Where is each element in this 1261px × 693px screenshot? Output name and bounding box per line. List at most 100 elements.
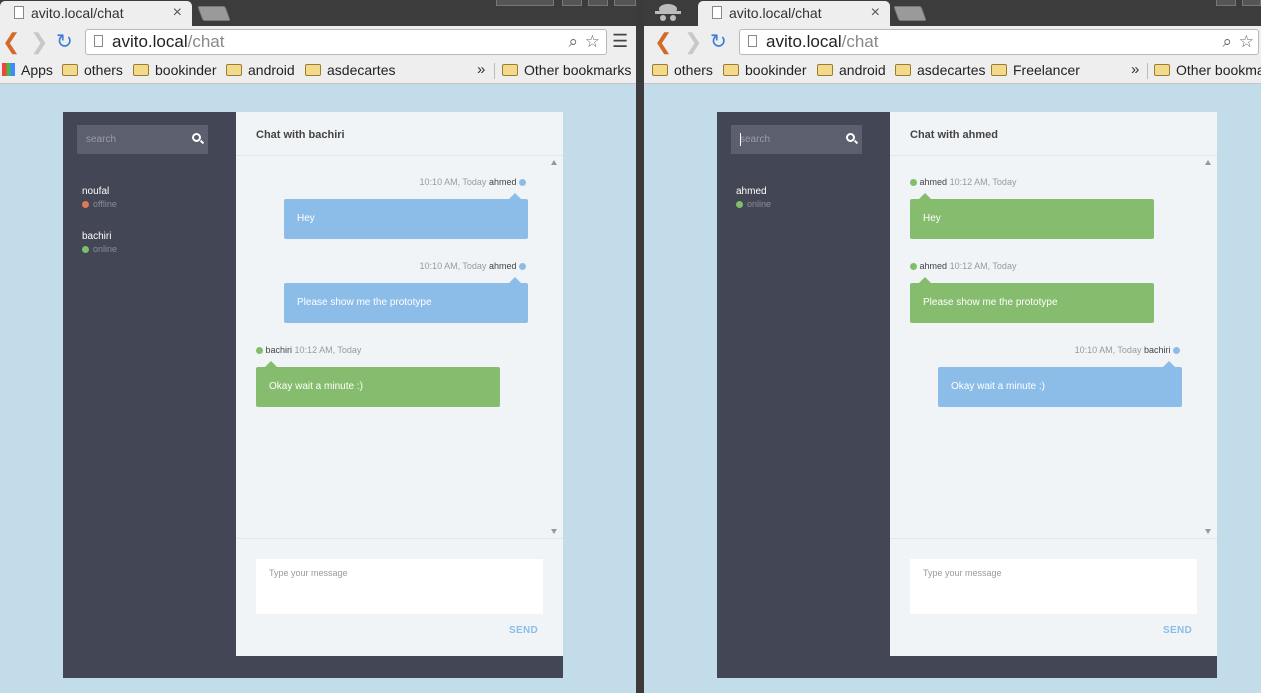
tab-avito-chat[interactable]: avito.local/chat × [0,1,192,26]
bookmark-other-bookmarks[interactable]: Other bookmarks [502,58,631,82]
search-box [77,125,208,154]
bookmarks-bar: others bookinder android asdecartes Free… [644,58,1261,84]
contact-noufal[interactable]: noufal offline [82,186,202,211]
message-time: 10:10 AM, Today [419,261,487,271]
search-icon[interactable] [846,133,855,142]
incognito-icon [655,4,681,21]
back-icon[interactable]: ❮ [2,30,20,54]
message-time: 10:12 AM, Today [949,261,1017,271]
new-tab-button[interactable] [893,6,927,21]
scroll-up-icon[interactable] [551,160,557,165]
page-icon [748,35,757,47]
close-window-button[interactable] [614,0,636,6]
message-bubble: Hey [284,193,528,239]
bookmark-label: others [674,62,713,78]
send-button[interactable]: SEND [1163,625,1192,636]
scroll-up-icon[interactable] [1205,160,1211,165]
menu-icon[interactable]: ☰ [612,31,628,52]
message-input[interactable] [256,559,543,614]
message-bubble: Okay wait a minute :) [256,361,500,407]
folder-icon [991,64,1007,76]
toolbar: ❮ ❯ ↻ avito.local/chat ⌕ ☆ ☰ [0,26,636,58]
bookmark-android[interactable]: android [817,58,886,82]
online-dot-icon [82,246,89,253]
bookmark-star-icon[interactable]: ☆ [585,30,600,54]
forward-icon[interactable]: ❯ [30,30,48,54]
bookmark-star-icon[interactable]: ☆ [1239,30,1254,54]
message-time: 10:10 AM, Today [419,177,487,187]
sender-dot-icon [519,179,526,186]
bookmark-bookinder[interactable]: bookinder [723,58,807,82]
chat-header: Chat with bachiri [236,112,563,156]
scroll-down-icon[interactable] [1205,529,1211,534]
message-input[interactable] [910,559,1197,614]
message-bubble: Please show me the prototype [910,277,1154,323]
message-meta: 10:10 AM, Today bachiri [1075,345,1180,355]
message-bubble: Okay wait a minute :) [938,361,1182,407]
offline-dot-icon [82,201,89,208]
minimize-button[interactable] [562,0,582,6]
message-scrollbar[interactable] [1205,160,1212,534]
page-icon [712,6,722,19]
search-input[interactable] [731,125,839,154]
back-icon[interactable]: ❮ [654,30,672,54]
bookmark-android[interactable]: android [226,58,295,82]
minimize-button[interactable] [1216,0,1236,6]
reload-icon[interactable]: ↻ [710,30,727,54]
maximize-button[interactable] [588,0,608,6]
message-bubble: Hey [910,193,1154,239]
search-input[interactable] [77,125,185,154]
bookmark-others[interactable]: others [62,58,123,82]
folder-icon [62,64,78,76]
bookmark-label: others [84,62,123,78]
bookmark-apps[interactable]: Apps [2,58,53,82]
bookmark-asdecartes[interactable]: asdecartes [305,58,395,82]
folder-icon [723,64,739,76]
message-sender: ahmed [919,261,948,271]
bookmarks-overflow-chevron[interactable]: » [1131,58,1139,82]
search-icon[interactable] [192,133,201,142]
folder-icon [305,64,321,76]
close-tab-icon[interactable]: × [871,1,880,25]
new-tab-button[interactable] [197,6,231,21]
address-bar[interactable]: avito.local/chat ⌕ ☆ [85,29,607,55]
bookmark-bookinder[interactable]: bookinder [133,58,217,82]
address-bar[interactable]: avito.local/chat ⌕ ☆ [739,29,1259,55]
message-meta: 10:10 AM, Today ahmed [420,177,526,187]
maximize-button[interactable] [1242,0,1261,6]
folder-icon [895,64,911,76]
bookmark-others[interactable]: others [652,58,713,82]
contact-ahmed[interactable]: ahmed online [736,186,856,211]
bookmark-label: asdecartes [917,62,986,78]
bookmarks-overflow-chevron[interactable]: » [477,58,485,82]
scroll-down-icon[interactable] [551,529,557,534]
send-button[interactable]: SEND [509,625,538,636]
message-time: 10:10 AM, Today [1074,345,1142,355]
bookmark-asdecartes[interactable]: asdecartes [895,58,985,82]
message-sender: ahmed [919,177,948,187]
folder-icon [502,64,518,76]
bookmarks-separator [1147,63,1148,79]
close-tab-icon[interactable]: × [173,1,182,25]
message-scrollbar[interactable] [551,160,558,534]
contact-bachiri[interactable]: bachiri online [82,231,202,256]
text-cursor [740,133,741,146]
url-path: /chat [841,32,879,51]
forward-icon[interactable]: ❯ [684,30,702,54]
sender-dot-icon [519,263,526,270]
zoom-icon[interactable]: ⌕ [1222,30,1232,54]
message-history: 10:10 AM, Today ahmed Hey 10:10 AM, Toda… [236,156,563,538]
zoom-icon[interactable]: ⌕ [568,30,578,54]
contact-name: noufal [82,186,110,197]
bookmark-other-bookmarks[interactable]: Other bookma [1154,58,1261,82]
bookmarks-bar: Apps others bookinder android asdecartes… [0,58,636,84]
toolbar: ❮ ❯ ↻ avito.local/chat ⌕ ☆ [644,26,1261,58]
chat-panel: Chat with bachiri 10:10 AM, Today ahmed … [236,112,563,656]
tab-avito-chat[interactable]: avito.local/chat × [698,1,890,26]
reload-icon[interactable]: ↻ [56,30,73,54]
message-time: 10:12 AM, Today [949,177,1017,187]
tab-title: avito.local/chat [729,5,822,21]
bookmark-freelancer[interactable]: Freelancer [991,58,1080,82]
profile-button[interactable] [496,0,554,6]
status-label: offline [93,199,117,209]
